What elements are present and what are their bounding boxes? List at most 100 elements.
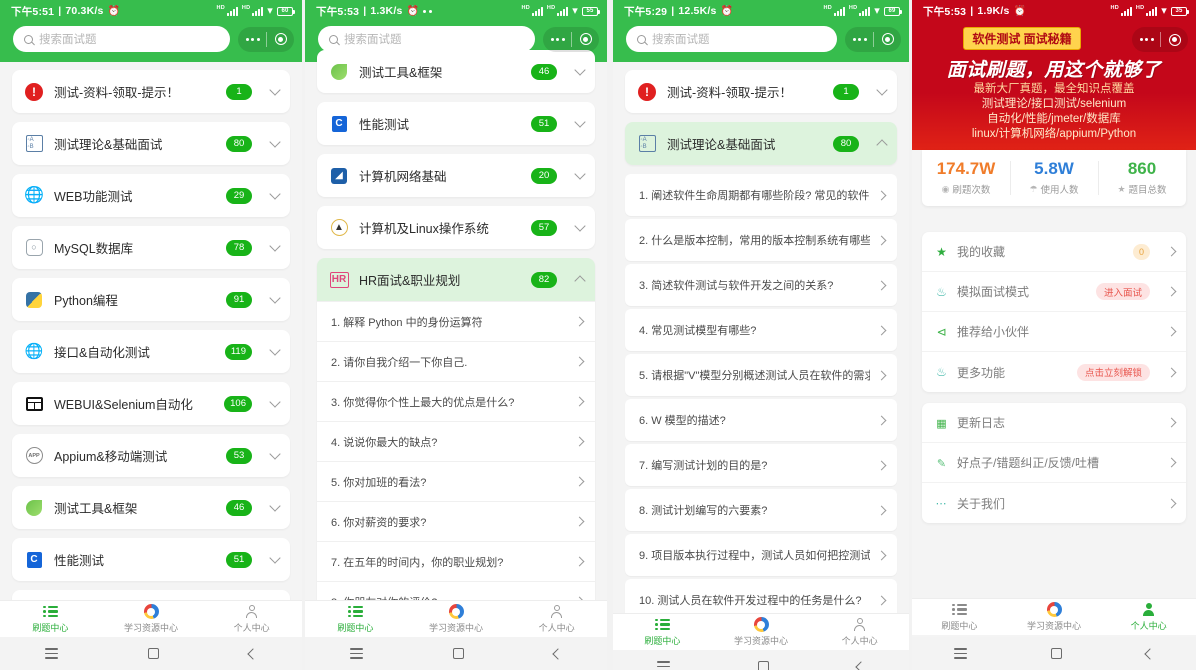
category-card[interactable]: 测试工具&框架 46	[317, 50, 595, 93]
chevron-down-icon[interactable]	[574, 63, 586, 76]
tab-bar-4[interactable]: 刷题中心 学习资源中心 个人中心	[912, 598, 1196, 635]
question-row[interactable]: 3. 简述软件测试与软件开发之间的关系?	[625, 264, 897, 306]
menu-row[interactable]: ⋯ 关于我们	[922, 483, 1186, 523]
category-card[interactable]: WEBUI&Selenium自动化 106	[12, 382, 290, 425]
chevron-down-icon[interactable]	[269, 499, 281, 512]
question-card[interactable]: 6. W 模型的描述?	[625, 399, 897, 441]
category-card[interactable]: C 性能测试 51	[317, 102, 595, 145]
category-header[interactable]: ◦A ◦B 测试理论&基础面试 80	[625, 122, 897, 165]
tab-personal-center-1[interactable]: 个人中心	[201, 601, 302, 637]
system-menu-icon[interactable]	[350, 648, 363, 659]
question-card[interactable]: 4. 常见测试模型有哪些?	[625, 309, 897, 351]
more-menu-icon[interactable]	[245, 37, 260, 41]
chevron-right-icon[interactable]	[876, 505, 887, 515]
category-header[interactable]: Python编程 91	[12, 278, 290, 321]
chevron-down-icon[interactable]	[269, 447, 281, 460]
category-card[interactable]: C 性能测试 51	[12, 538, 290, 581]
category-card[interactable]: APP Appium&移动端测试 53	[12, 434, 290, 477]
chevron-right-icon[interactable]	[574, 476, 585, 487]
system-back-icon[interactable]	[552, 647, 564, 660]
question-row[interactable]: 1. 阐述软件生命周期都有哪些阶段? 常见的软件生	[625, 174, 897, 216]
menu-row[interactable]: ✎ 好点子/错题纠正/反馈/吐槽	[922, 443, 1186, 483]
category-card[interactable]: ▲ 计算机及Linux操作系统 57	[317, 206, 595, 249]
menu-row[interactable]: ★ 我的收藏 0	[922, 232, 1186, 272]
system-menu-icon[interactable]	[45, 648, 58, 659]
chevron-down-icon[interactable]	[574, 167, 586, 180]
menu-group-1[interactable]: ★ 我的收藏 0 ♨ 模拟面试模式 进入面试 ⊲ 推荐给小伙伴 ♨ 更多功能 点击立刻解锁	[922, 232, 1186, 392]
chevron-right-icon[interactable]	[876, 415, 887, 425]
menu-badge[interactable]: 点击立刻解锁	[1076, 363, 1150, 381]
more-menu-icon[interactable]	[550, 37, 565, 41]
tab-study-center-2[interactable]: 学习资源中心	[406, 601, 507, 637]
chevron-right-icon[interactable]	[574, 396, 585, 407]
question-card[interactable]: 9. 项目版本执行过程中，测试人员如何把控测试进	[625, 534, 897, 576]
chevron-right-icon[interactable]	[1166, 246, 1177, 257]
tab-bar-1[interactable]: 刷题中心 学习资源中心 个人中心	[0, 600, 302, 637]
search-input[interactable]: 搜索面试题	[626, 26, 837, 52]
chevron-right-icon[interactable]	[574, 316, 585, 327]
question-row[interactable]: 7. 编写测试计划的目的是?	[625, 444, 897, 486]
miniprogram-capsule-1[interactable]	[238, 26, 294, 52]
chevron-right-icon[interactable]	[876, 190, 887, 200]
chevron-down-icon[interactable]	[269, 83, 281, 96]
miniprogram-capsule-3[interactable]	[845, 26, 901, 52]
system-menu-icon[interactable]	[954, 648, 967, 659]
menu-row[interactable]: ♨ 模拟面试模式 进入面试	[922, 272, 1186, 312]
tab-personal-center-2[interactable]: 个人中心	[506, 601, 607, 637]
chevron-up-icon[interactable]	[876, 138, 888, 151]
tab-personal-center-4[interactable]: 个人中心	[1101, 599, 1196, 635]
question-row[interactable]: 5. 你对加班的看法?	[317, 461, 595, 501]
tab-brush-center-4[interactable]: 刷题中心	[912, 599, 1007, 635]
category-card[interactable]: ! 测试-资料-领取-提示！ 1	[625, 70, 897, 113]
chevron-right-icon[interactable]	[876, 280, 887, 290]
question-row[interactable]: 4. 说说你最大的缺点?	[317, 421, 595, 461]
more-menu-icon[interactable]	[1139, 38, 1154, 41]
category-header[interactable]: 🌐 WEB功能测试 29	[12, 174, 290, 217]
chevron-right-icon[interactable]	[1166, 367, 1177, 377]
chevron-down-icon[interactable]	[269, 135, 281, 148]
system-back-icon[interactable]	[855, 660, 867, 670]
system-home-icon[interactable]	[758, 661, 769, 670]
system-home-icon[interactable]	[1051, 648, 1062, 659]
category-header[interactable]: ◦A ◦B 测试理论&基础面试 80	[12, 122, 290, 165]
question-card[interactable]: 8. 测试计划编写的六要素?	[625, 489, 897, 531]
chevron-down-icon[interactable]	[269, 239, 281, 252]
question-row[interactable]: 1. 解释 Python 中的身份运算符	[317, 301, 595, 341]
question-row[interactable]: 8. 测试计划编写的六要素?	[625, 489, 897, 531]
chevron-down-icon[interactable]	[574, 115, 586, 128]
search-input[interactable]: 搜索面试题	[13, 26, 230, 52]
category-list-2[interactable]: 测试工具&框架 46 C 性能测试 51 ◢ 计算机网络基础 20 ▲ 计算机及Linux操作系统…	[305, 50, 607, 621]
category-header[interactable]: APP Appium&移动端测试 53	[12, 434, 290, 477]
chevron-right-icon[interactable]	[876, 235, 887, 245]
question-card[interactable]: 3. 简述软件测试与软件开发之间的关系?	[625, 264, 897, 306]
menu-row[interactable]: ▦ 更新日志	[922, 403, 1186, 443]
system-back-icon[interactable]	[247, 647, 259, 660]
category-header[interactable]: 测试工具&框架 46	[12, 486, 290, 529]
category-header[interactable]: C 性能测试 51	[12, 538, 290, 581]
miniprogram-capsule-2[interactable]	[543, 26, 599, 52]
category-card[interactable]: ◢ 计算机网络基础 20	[317, 154, 595, 197]
system-nav-3[interactable]	[613, 650, 909, 670]
category-card[interactable]: ! 测试-资料-领取-提示！ 1	[12, 70, 290, 113]
question-card[interactable]: 2. 什么是版本控制，常用的版本控制系统有哪些?	[625, 219, 897, 261]
chevron-right-icon[interactable]	[1166, 326, 1177, 337]
category-list-3[interactable]: ! 测试-资料-领取-提示！ 1 ◦A ◦B 测试理论&基础面试 80 1. 阐述软件生命周期…	[613, 62, 909, 666]
category-header[interactable]: ! 测试-资料-领取-提示！ 1	[625, 70, 897, 113]
chevron-right-icon[interactable]	[1166, 286, 1177, 297]
question-row[interactable]: 2. 请你自我介绍一下你自己.	[317, 341, 595, 381]
category-header[interactable]: ◢ 计算机网络基础 20	[317, 154, 595, 197]
category-card[interactable]: Python编程 91	[12, 278, 290, 321]
question-row[interactable]: 6. W 模型的描述?	[625, 399, 897, 441]
system-nav-1[interactable]	[0, 637, 302, 670]
chevron-right-icon[interactable]	[876, 370, 887, 380]
chevron-right-icon[interactable]	[876, 595, 887, 605]
chevron-right-icon[interactable]	[1166, 457, 1177, 468]
chevron-down-icon[interactable]	[876, 83, 888, 96]
question-list[interactable]: 1. 解释 Python 中的身份运算符 2. 请你自我介绍一下你自己. 3. 你觉…	[317, 301, 595, 621]
chevron-right-icon[interactable]	[1166, 417, 1177, 428]
question-row[interactable]: 3. 你觉得你个性上最大的优点是什么?	[317, 381, 595, 421]
tab-study-center-3[interactable]: 学习资源中心	[712, 614, 811, 650]
chevron-down-icon[interactable]	[269, 343, 281, 356]
chevron-right-icon[interactable]	[574, 556, 585, 567]
chevron-right-icon[interactable]	[876, 550, 887, 560]
